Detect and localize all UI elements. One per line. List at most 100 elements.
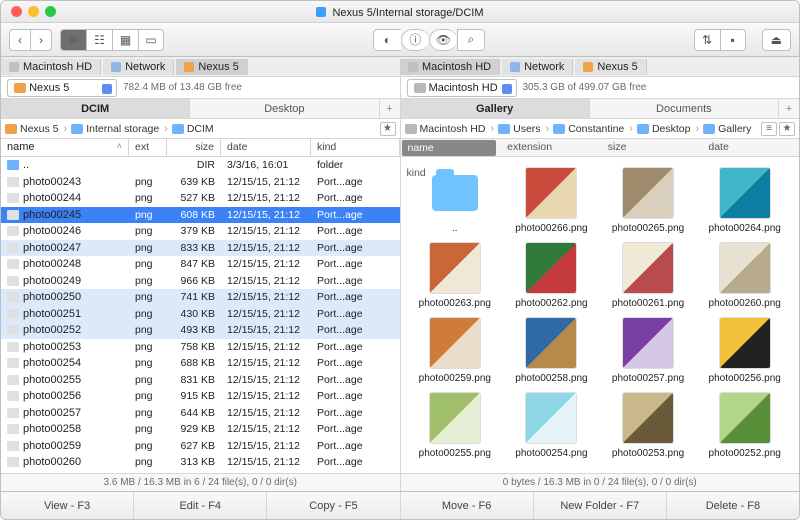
folder-icon <box>429 167 481 219</box>
col-ext[interactable]: ext <box>129 139 167 156</box>
grid-item[interactable]: photo00261.png <box>602 242 695 309</box>
volume-left: Nexus 5 782.4 MB of 13.48 GB free <box>1 77 400 98</box>
tab-desktop[interactable]: Desktop <box>190 99 379 118</box>
device-tab-macintosh-hd[interactable]: Macintosh HD <box>400 59 500 75</box>
grid-item[interactable]: photo00252.png <box>698 392 791 459</box>
grid-item[interactable]: photo00265.png <box>602 167 695 234</box>
fn-copy-f5[interactable]: Copy - F5 <box>267 492 400 519</box>
breadcrumb-item[interactable]: Internal storage› <box>71 123 170 135</box>
breadcrumb-item[interactable]: Desktop› <box>637 123 701 135</box>
file-row[interactable]: photo00260png313 KB12/15/15, 21:12Port..… <box>1 454 400 471</box>
file-row[interactable]: photo00254png688 KB12/15/15, 21:12Port..… <box>1 355 400 372</box>
file-row[interactable]: ..DIR3/3/16, 16:01folder <box>1 157 400 174</box>
file-row[interactable]: photo00257png644 KB12/15/15, 21:12Port..… <box>1 405 400 422</box>
grid-item[interactable]: photo00257.png <box>602 317 695 384</box>
fn-edit-f4[interactable]: Edit - F4 <box>134 492 267 519</box>
grid-item[interactable]: photo00259.png <box>409 317 502 384</box>
grid-item[interactable]: photo00264.png <box>698 167 791 234</box>
device-tab-label: Macintosh HD <box>23 61 92 73</box>
col-name[interactable]: name˄ <box>1 139 129 156</box>
device-tab-network[interactable]: Network <box>502 59 573 75</box>
view-grid-button[interactable]: ▦ <box>112 29 138 51</box>
file-row[interactable]: photo00253png758 KB12/15/15, 21:12Port..… <box>1 339 400 356</box>
sync-button[interactable]: ⇅ <box>694 29 720 51</box>
file-row[interactable]: photo00252png493 KB12/15/15, 21:12Port..… <box>1 322 400 339</box>
file-row[interactable]: photo00255png831 KB12/15/15, 21:12Port..… <box>1 372 400 389</box>
grid-item[interactable]: photo00255.png <box>409 392 502 459</box>
file-date: 12/15/15, 21:12 <box>221 176 311 188</box>
device-tab-macintosh-hd[interactable]: Macintosh HD <box>1 59 101 75</box>
fn-move-f6[interactable]: Move - F6 <box>401 492 534 519</box>
add-tab-right[interactable]: + <box>779 99 799 118</box>
grid-item[interactable]: photo00254.png <box>505 392 598 459</box>
toggle-hidden-button[interactable]: ◐ <box>373 29 401 51</box>
grid-item[interactable]: photo00258.png <box>505 317 598 384</box>
view-gallery-button[interactable]: ▭ <box>138 29 164 51</box>
file-list-left[interactable]: ..DIR3/3/16, 16:01folderphoto00243png639… <box>1 157 400 473</box>
breadcrumb-item[interactable]: Gallery <box>703 123 751 135</box>
volume-dropdown-right[interactable]: Macintosh HD <box>407 79 517 97</box>
file-row[interactable]: photo00259png627 KB12/15/15, 21:12Port..… <box>1 438 400 455</box>
gcol-ext[interactable]: extension <box>501 139 598 157</box>
breadcrumb-item[interactable]: Users› <box>498 123 551 135</box>
col-kind[interactable]: kind <box>311 139 400 156</box>
file-row[interactable]: photo00249png966 KB12/15/15, 21:12Port..… <box>1 273 400 290</box>
grid-item[interactable]: photo00256.png <box>698 317 791 384</box>
col-size[interactable]: size <box>167 139 221 156</box>
grid-item[interactable]: photo00262.png <box>505 242 598 309</box>
file-row[interactable]: photo00256png915 KB12/15/15, 21:12Port..… <box>1 388 400 405</box>
breadcrumb-item[interactable]: Constantine› <box>553 123 635 135</box>
grid-item[interactable]: photo00253.png <box>602 392 695 459</box>
view-columns-button[interactable]: ☷ <box>86 29 112 51</box>
file-size: 831 KB <box>167 374 221 386</box>
grid-item-label: photo00266.png <box>515 223 587 234</box>
file-row[interactable]: photo00246png379 KB12/15/15, 21:12Port..… <box>1 223 400 240</box>
device-tab-nexus-5[interactable]: Nexus 5 <box>176 59 247 75</box>
file-row[interactable]: photo00248png847 KB12/15/15, 21:12Port..… <box>1 256 400 273</box>
gcol-size[interactable]: size <box>602 139 699 157</box>
list-icon: ≡ <box>70 33 77 47</box>
file-row[interactable]: photo00247png833 KB12/15/15, 21:12Port..… <box>1 240 400 257</box>
fn-view-f3[interactable]: View - F3 <box>1 492 134 519</box>
view-list-button[interactable]: ≡ <box>60 29 86 51</box>
breadcrumb-tools-left: ★ <box>380 122 396 136</box>
quicklook-button[interactable]: 👁 <box>429 29 457 51</box>
grid-item[interactable]: .. <box>409 167 502 234</box>
thumbnail <box>525 242 577 294</box>
tab-gallery[interactable]: Gallery <box>401 99 590 118</box>
file-grid-right[interactable]: .. photo00266.png photo00265.pngphoto00264… <box>401 157 800 473</box>
search-button[interactable]: ⌕ <box>457 29 485 51</box>
gcol-name[interactable]: name <box>402 140 497 156</box>
tab-documents[interactable]: Documents <box>590 99 779 118</box>
terminal-button[interactable]: ▪ <box>720 29 746 51</box>
grid-item[interactable]: photo00260.png <box>698 242 791 309</box>
grid-item[interactable]: photo00266.png <box>505 167 598 234</box>
forward-button[interactable]: › <box>30 29 52 51</box>
back-button[interactable]: ‹ <box>9 29 30 51</box>
device-tab-nexus-5[interactable]: Nexus 5 <box>575 59 646 75</box>
breadcrumb-item[interactable]: Nexus 5› <box>5 123 69 135</box>
file-row[interactable]: photo00243png639 KB12/15/15, 21:12Port..… <box>1 174 400 191</box>
fn-new-folder-f7[interactable]: New Folder - F7 <box>534 492 667 519</box>
breadcrumb-item[interactable]: DCIM <box>172 123 214 135</box>
grid-item[interactable]: photo00263.png <box>409 242 502 309</box>
breadcrumb-item[interactable]: Macintosh HD› <box>405 123 497 135</box>
favorite-left[interactable]: ★ <box>380 122 396 136</box>
history-right[interactable]: ≡ <box>761 122 777 136</box>
file-row[interactable]: photo00258png929 KB12/15/15, 21:12Port..… <box>1 421 400 438</box>
device-tab-network[interactable]: Network <box>103 59 174 75</box>
favorite-right[interactable]: ★ <box>779 122 795 136</box>
volume-dropdown-left[interactable]: Nexus 5 <box>7 79 117 97</box>
tab-dcim[interactable]: DCIM <box>1 99 190 118</box>
file-row[interactable]: photo00251png430 KB12/15/15, 21:12Port..… <box>1 306 400 323</box>
file-row[interactable]: photo00245png608 KB12/15/15, 21:12Port..… <box>1 207 400 224</box>
add-tab-left[interactable]: + <box>380 99 400 118</box>
col-date[interactable]: date <box>221 139 311 156</box>
file-row[interactable]: photo00250png741 KB12/15/15, 21:12Port..… <box>1 289 400 306</box>
file-row[interactable]: photo00244png527 KB12/15/15, 21:12Port..… <box>1 190 400 207</box>
info-button[interactable]: ⓘ <box>401 29 429 51</box>
eject-button[interactable]: ⏏ <box>762 29 791 51</box>
fn-delete-f8[interactable]: Delete - F8 <box>667 492 799 519</box>
gcol-date[interactable]: date <box>702 139 799 157</box>
grid-icon: ▦ <box>120 33 131 47</box>
